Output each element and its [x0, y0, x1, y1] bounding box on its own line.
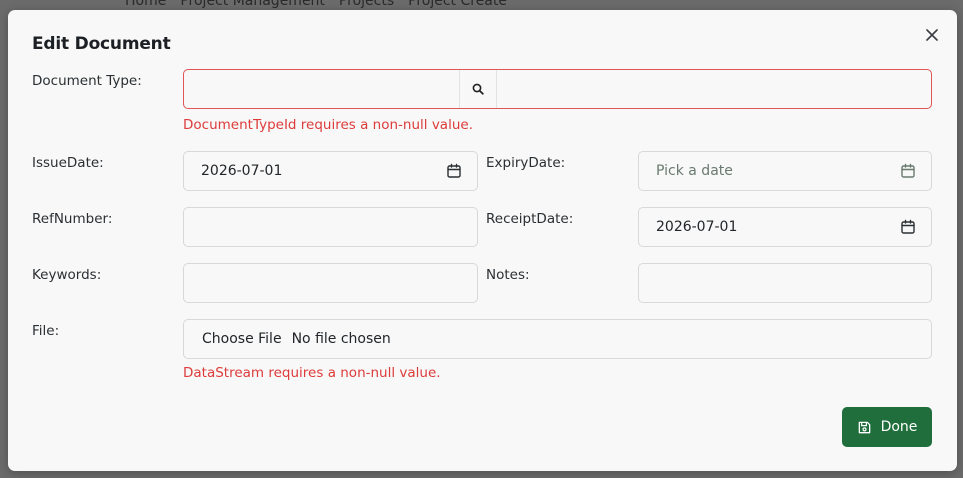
- document-type-display: [497, 70, 931, 108]
- issue-date-value: 2026-07-01: [201, 163, 283, 179]
- file-input[interactable]: Choose File No file chosen: [183, 319, 932, 359]
- document-type-label: Document Type:: [32, 73, 142, 89]
- issue-date-field[interactable]: 2026-07-01: [183, 151, 478, 191]
- expiry-date-placeholder: Pick a date: [656, 163, 733, 179]
- calendar-icon[interactable]: [446, 163, 462, 179]
- file-error: DataStream requires a non-null value.: [183, 365, 441, 381]
- breadcrumb-item: Project Management: [180, 0, 325, 9]
- keywords-input[interactable]: [183, 263, 478, 303]
- keywords-label: Keywords:: [32, 267, 102, 283]
- ref-number-input[interactable]: [183, 207, 478, 247]
- ref-number-label: RefNumber:: [32, 211, 113, 227]
- background-breadcrumb: Home Project Management Projects Project…: [125, 0, 507, 9]
- done-label: Done: [880, 419, 918, 435]
- calendar-icon[interactable]: [900, 219, 916, 235]
- receipt-date-field[interactable]: 2026-07-01: [638, 207, 932, 247]
- document-type-search-button[interactable]: [459, 70, 497, 108]
- breadcrumb-item: Project Create: [408, 0, 507, 9]
- document-type-error: DocumentTypeId requires a non-null value…: [183, 117, 473, 133]
- edit-document-modal: Edit Document Document Type: DocumentTyp…: [8, 10, 957, 471]
- close-icon: [926, 29, 938, 41]
- search-icon: [472, 83, 484, 95]
- expiry-date-label: ExpiryDate:: [486, 155, 566, 171]
- file-status: No file chosen: [291, 331, 391, 347]
- receipt-date-label: ReceiptDate:: [486, 211, 574, 227]
- notes-input[interactable]: [638, 263, 932, 303]
- breadcrumb-item: Home: [125, 0, 167, 9]
- choose-file-button[interactable]: Choose File: [184, 331, 282, 347]
- done-button[interactable]: Done: [842, 407, 932, 447]
- expiry-date-field[interactable]: Pick a date: [638, 151, 932, 191]
- document-type-input[interactable]: [184, 70, 459, 108]
- receipt-date-value: 2026-07-01: [656, 219, 738, 235]
- notes-label: Notes:: [486, 267, 530, 283]
- modal-title: Edit Document: [32, 34, 171, 54]
- close-button[interactable]: [923, 26, 941, 44]
- document-type-field[interactable]: [183, 69, 932, 109]
- breadcrumb-item: Projects: [338, 0, 395, 9]
- save-icon: [858, 421, 870, 433]
- calendar-icon[interactable]: [900, 163, 916, 179]
- file-label: File:: [32, 323, 60, 339]
- issue-date-label: IssueDate:: [32, 155, 104, 171]
